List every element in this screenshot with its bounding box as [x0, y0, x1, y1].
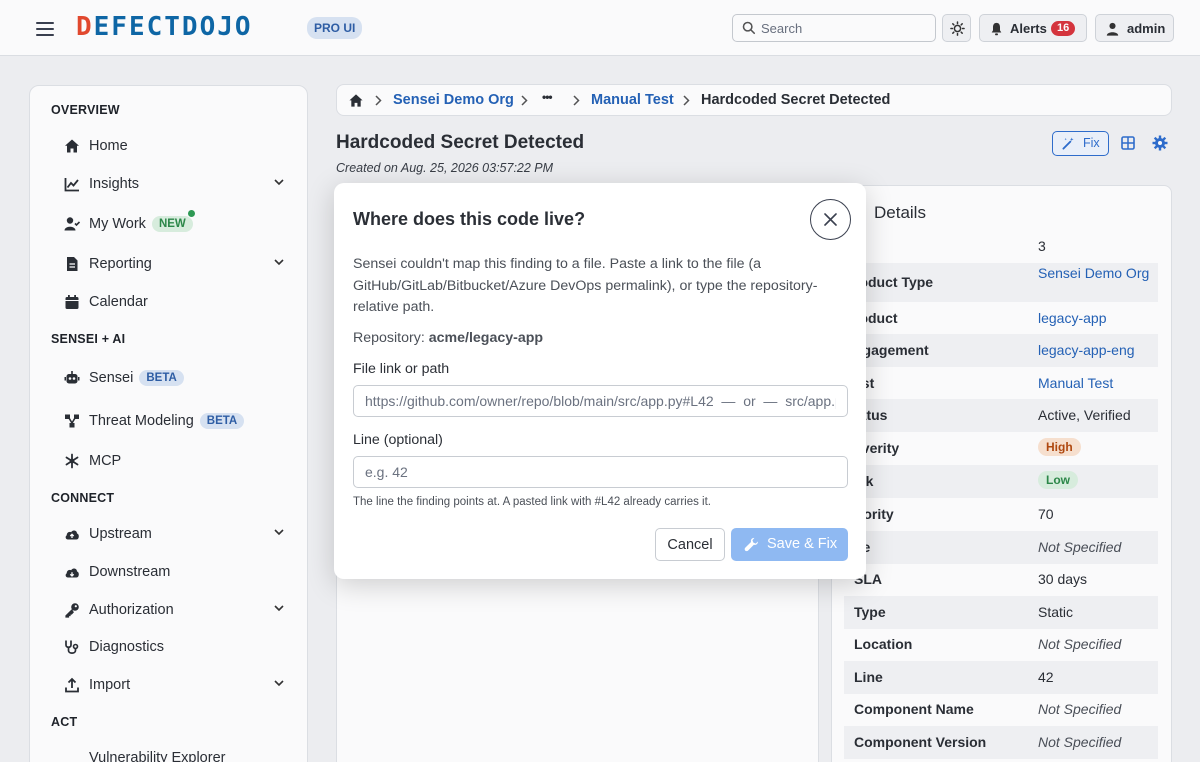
dialog-title: Where does this code live?	[353, 209, 586, 229]
save-and-fix-button[interactable]: Save & Fix	[731, 528, 848, 561]
file-path-input[interactable]	[353, 385, 848, 417]
close-icon	[824, 213, 837, 226]
repository-value: acme/legacy-app	[428, 330, 544, 346]
code-location-dialog: Where does this code live? Sensei couldn…	[334, 183, 866, 579]
repository-info: Repository: acme/legacy-app	[353, 330, 543, 346]
file-path-label: File link or path	[353, 361, 450, 377]
repository-label: Repository:	[353, 330, 425, 346]
line-help-text: The line the finding points at. A pasted…	[353, 496, 711, 508]
save-and-fix-label: Save & Fix	[767, 536, 838, 552]
line-label: Line (optional)	[353, 432, 443, 448]
close-button[interactable]	[810, 199, 851, 240]
dialog-description: Sensei couldn't map this finding to a fi…	[353, 256, 818, 315]
line-input[interactable]	[353, 456, 848, 488]
cancel-button[interactable]: Cancel	[655, 528, 725, 561]
wrench-icon	[744, 537, 758, 552]
